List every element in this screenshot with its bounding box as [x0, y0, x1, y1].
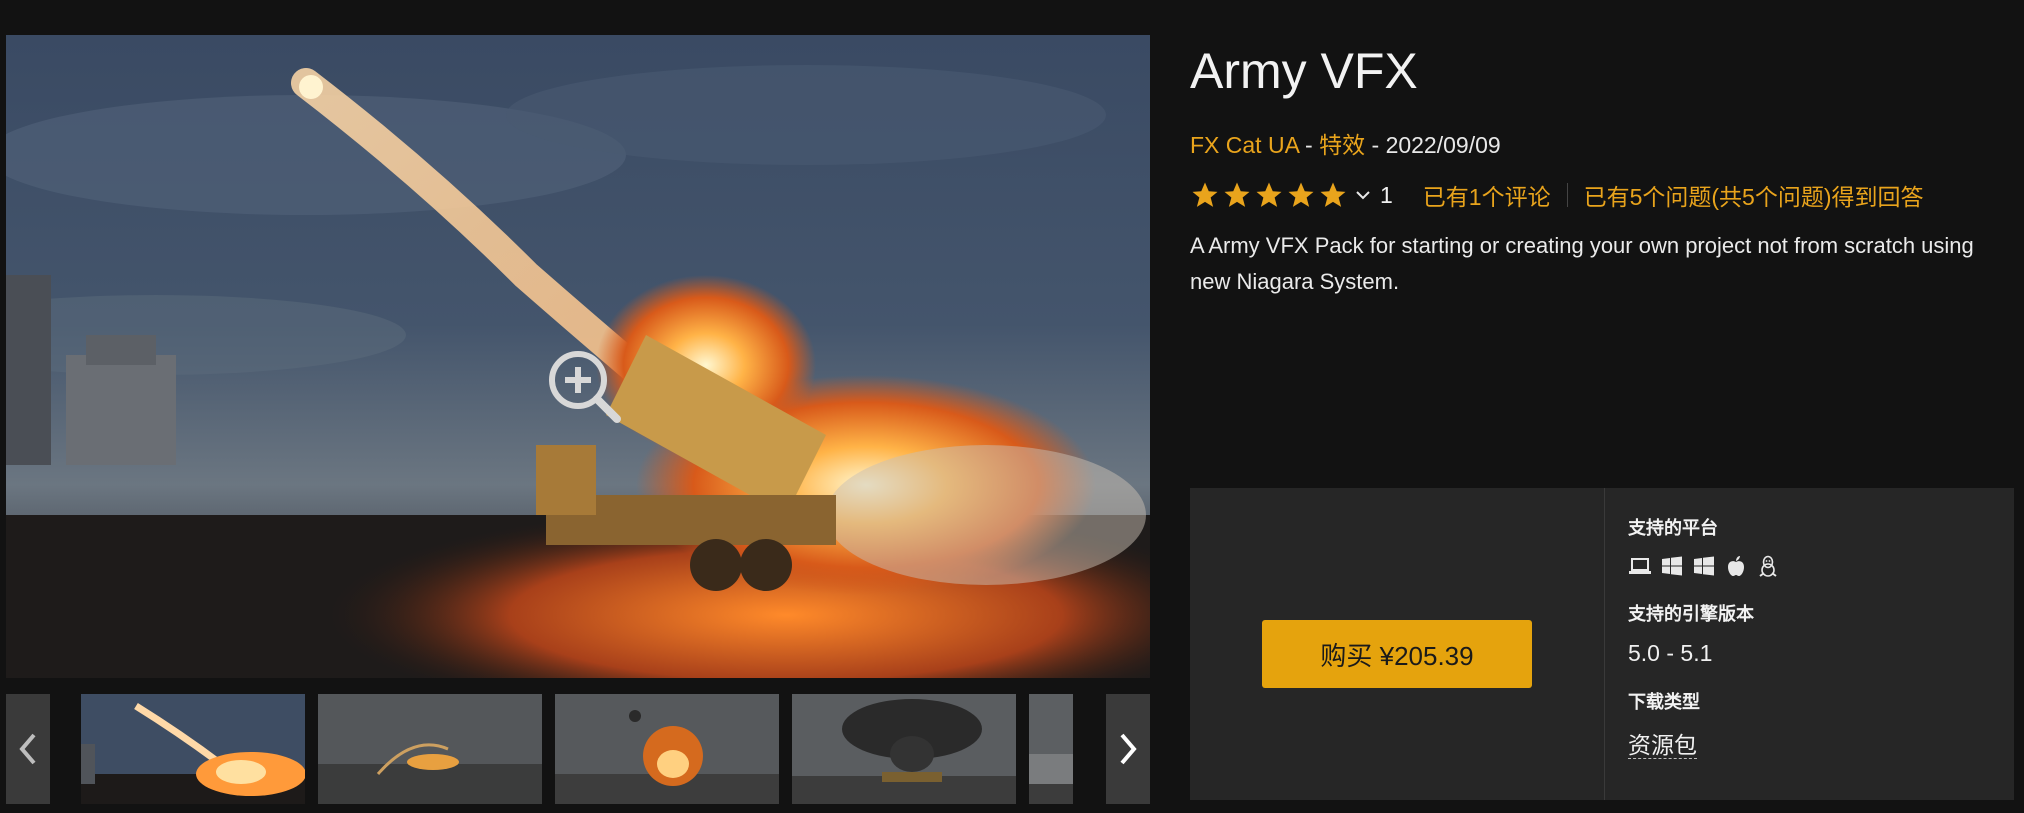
star-icon: [1224, 182, 1250, 207]
chevron-right-icon: [1120, 733, 1137, 765]
divider: [1566, 183, 1568, 207]
product-page: Army VFX FX Cat UA - 特效 - 2022/09/09 1 已…: [0, 0, 2024, 813]
apple-icon: [1728, 556, 1744, 576]
thumbnail-smoke-tank: [792, 694, 1016, 804]
main-product-image[interactable]: [6, 35, 1150, 678]
platform-icons: [1628, 554, 1780, 578]
purchase-panel: 购买 ¥205.39 支持的平台 支持的引擎版本 5.0 - 5.1 下载类型 …: [1190, 488, 2014, 800]
thumbnail-2[interactable]: [318, 694, 542, 804]
thumbnail-strip: [6, 694, 1150, 804]
star-rating[interactable]: [1190, 180, 1348, 210]
thumbnail-partial: [1029, 694, 1073, 804]
rating-row: 1 已有1个评论 已有5个问题(共5个问题)得到回答: [1190, 175, 1924, 215]
buy-button[interactable]: 购买 ¥205.39: [1262, 620, 1532, 688]
product-title: Army VFX: [1190, 43, 1418, 99]
star-icon: [1288, 182, 1314, 207]
product-meta: FX Cat UA - 特效 - 2022/09/09: [1190, 126, 1501, 160]
windows-icon: [1662, 556, 1682, 576]
download-type-value: 资源包: [1628, 726, 1697, 760]
star-icon: [1320, 182, 1346, 207]
thumbnail-5[interactable]: [1029, 694, 1073, 804]
linux-icon: [1759, 555, 1777, 577]
engine-versions-label: 支持的引擎版本: [1628, 604, 1754, 624]
thumbnail-explosion: [555, 694, 779, 804]
rating-count: 1: [1380, 181, 1393, 208]
zoom-in-icon[interactable]: [545, 347, 623, 425]
windows-icon: [1694, 556, 1714, 576]
seller-link[interactable]: FX Cat UA: [1190, 132, 1299, 158]
product-description: A Army VFX Pack for starting or creating…: [1190, 233, 1974, 294]
thumbnails-window: [81, 694, 1081, 804]
star-icon: [1256, 182, 1282, 207]
download-type-link[interactable]: 资源包: [1628, 732, 1697, 759]
thumbnail-3[interactable]: [555, 694, 779, 804]
thumbnail-missile-launch: [81, 694, 305, 804]
thumbnail-4[interactable]: [792, 694, 1016, 804]
buy-area: 购买 ¥205.39: [1190, 488, 1604, 800]
meta-separator: -: [1365, 132, 1386, 158]
release-date: 2022/09/09: [1385, 132, 1501, 158]
download-type-label: 下载类型: [1628, 692, 1700, 712]
chevron-down-icon[interactable]: [1354, 186, 1372, 204]
star-icon: [1192, 182, 1218, 207]
thumb-prev-button[interactable]: [6, 694, 50, 804]
laptop-icon: [1629, 558, 1651, 574]
thumb-next-button[interactable]: [1106, 694, 1150, 804]
reviews-link[interactable]: 已有1个评论: [1423, 178, 1551, 212]
panel-divider: [1604, 488, 1605, 800]
thumbnail-ground-impact: [318, 694, 542, 804]
thumbnail-1[interactable]: [81, 694, 305, 804]
platforms-label: 支持的平台: [1628, 518, 1718, 538]
meta-separator: -: [1298, 132, 1320, 158]
chevron-left-icon: [19, 733, 36, 765]
engine-versions-value: 5.0 - 5.1: [1628, 640, 1713, 666]
questions-link[interactable]: 已有5个问题(共5个问题)得到回答: [1584, 178, 1924, 212]
category-link[interactable]: 特效: [1319, 132, 1365, 158]
